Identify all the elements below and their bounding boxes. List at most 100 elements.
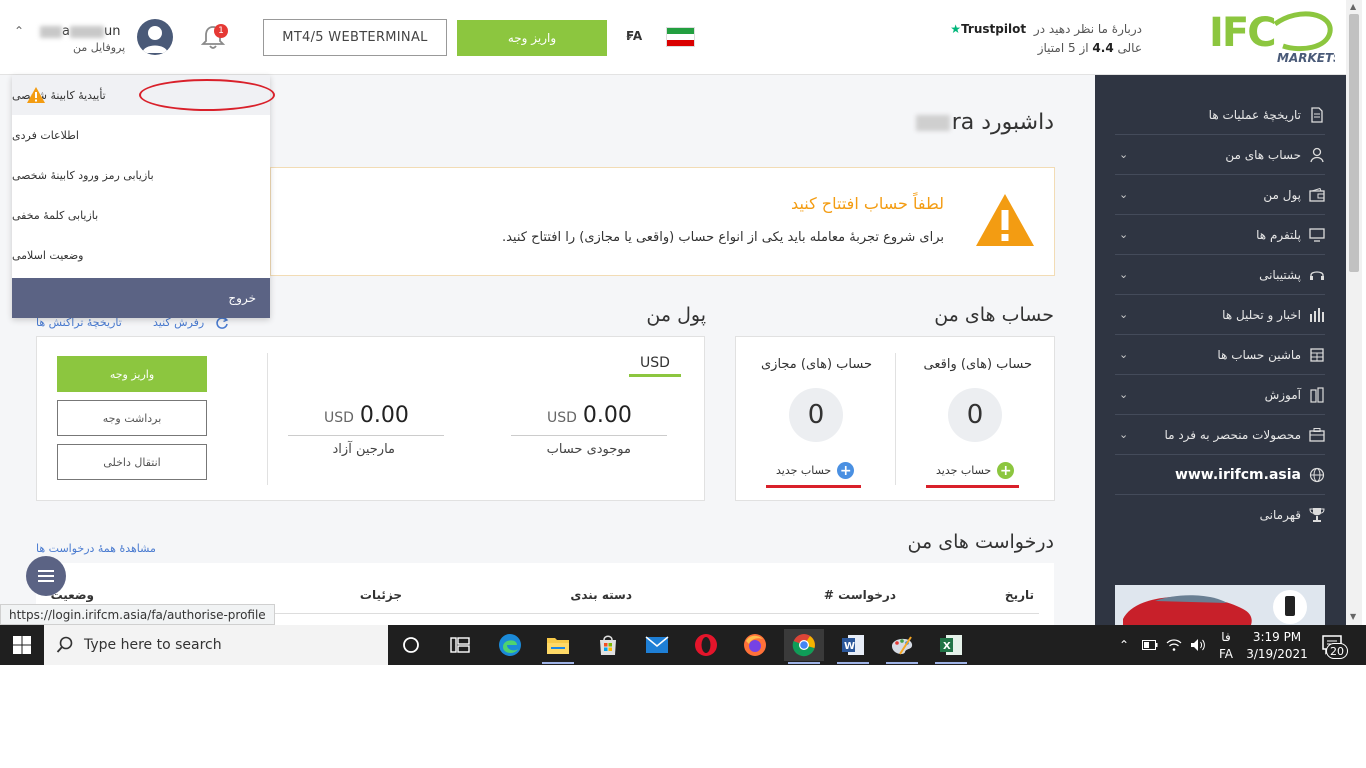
mail-icon[interactable] (637, 629, 677, 661)
internal-transfer-button[interactable]: انتقال داخلی (57, 444, 207, 480)
svg-text:MARKETS: MARKETS (1277, 51, 1335, 65)
sidebar-item-my-money[interactable]: ⌄ پول من (1115, 175, 1325, 215)
wifi-icon[interactable] (1164, 625, 1184, 665)
opera-browser-icon[interactable] (686, 629, 726, 661)
real-accounts-count: 0 (948, 388, 1002, 442)
money-card: USD USD 0.00 موجودی حساب USD 0.00 مارجین آ… (36, 336, 705, 501)
webterminal-button[interactable]: MT4/5 WEBTERMINAL (263, 19, 447, 56)
sidebar-item-unique-products[interactable]: ⌄ محصولات منحصر به فرد ما (1115, 415, 1325, 455)
battery-icon[interactable] (1140, 625, 1160, 665)
headset-icon (1309, 267, 1325, 283)
plus-circle-icon: + (837, 462, 855, 479)
column-header-date[interactable]: تاریخ (1005, 588, 1034, 602)
highlight-oval (139, 79, 275, 111)
dropdown-item-personal-info[interactable]: اطلاعات فردی (12, 115, 270, 155)
promo-banner[interactable] (1115, 585, 1325, 625)
chevron-down-icon: ⌄ (1119, 308, 1129, 321)
word-icon[interactable]: W (833, 629, 873, 664)
dropdown-item-secret-word-recovery[interactable]: بازیابی کلمهٔ مخفی (12, 195, 270, 235)
dropdown-item-verify-cabinet[interactable]: تأییدیهٔ کابینهٔ شخصی (12, 75, 275, 115)
column-header-category[interactable]: دسته بندی (570, 588, 632, 602)
dashboard-username-visible: ra (951, 110, 975, 135)
sidebar-item-news-analysis[interactable]: ⌄ اخبار و تحلیل ها (1115, 295, 1325, 335)
file-explorer-icon[interactable] (538, 629, 578, 664)
briefcase-icon (1309, 427, 1325, 443)
sidebar-item-my-accounts[interactable]: ⌄ حساب های من (1115, 135, 1325, 175)
username[interactable]: a un (40, 24, 120, 39)
deposit-button[interactable]: واریز وجه (57, 356, 207, 392)
header-deposit-button[interactable]: واریز وجه (457, 20, 607, 56)
chevron-down-icon: ⌄ (1119, 388, 1129, 401)
paint-icon[interactable] (882, 629, 922, 664)
chevron-up-icon[interactable]: ⌃ (14, 24, 24, 38)
underline-highlight (766, 485, 861, 488)
new-real-account-button[interactable]: + حساب جدید (936, 462, 1015, 479)
input-language-indicator[interactable]: فا FA (1214, 629, 1238, 663)
page-scrollbar[interactable]: ▲ ▼ (1346, 0, 1362, 625)
cortana-icon[interactable] (391, 629, 431, 661)
user-avatar-icon (142, 26, 168, 53)
microsoft-store-icon[interactable] (588, 629, 628, 661)
user-icon (1309, 147, 1325, 163)
my-accounts-title: حساب های من (934, 304, 1054, 326)
refresh-icon[interactable] (215, 316, 229, 330)
scroll-down-arrow-icon[interactable]: ▼ (1350, 612, 1356, 621)
divider (511, 435, 667, 436)
scroll-up-arrow-icon[interactable]: ▲ (1350, 2, 1356, 11)
search-icon (56, 636, 73, 653)
avatar[interactable] (137, 19, 173, 55)
taskbar-search-input[interactable]: Type here to search (44, 625, 388, 665)
sidebar-item-website[interactable]: www.irifcm.asia (1115, 455, 1325, 495)
sidebar-item-education[interactable]: ⌄ آموزش (1115, 375, 1325, 415)
education-icon (1309, 386, 1325, 403)
notification-badge: 1 (214, 24, 228, 38)
divider (288, 435, 444, 436)
windows-start-button[interactable] (0, 625, 44, 665)
dashboard-username-redacted (915, 115, 950, 131)
logout-button[interactable]: خروج (12, 278, 270, 318)
view-all-requests-link[interactable]: مشاهدهٔ همهٔ درخواست ها (36, 542, 156, 555)
divider (267, 353, 268, 485)
sidebar-item-support[interactable]: ⌄ پشتیبانی (1115, 255, 1325, 295)
dropdown-item-islamic-status[interactable]: وضعیت اسلامی (12, 235, 270, 275)
trustpilot-review-link[interactable]: دربارهٔ ما نظر دهید در Trustpilot★ (950, 22, 1142, 36)
column-header-details[interactable]: جزئیات (360, 588, 402, 602)
trustpilot-star-icon: ★ (950, 22, 962, 36)
profile-label[interactable]: پروفایل من (73, 41, 125, 54)
sidebar-item-calculators[interactable]: ⌄ ماشین حساب ها (1115, 335, 1325, 375)
volume-icon[interactable] (1188, 625, 1208, 665)
alert-title: لطفاً حساب افتتاح کنید (791, 194, 944, 213)
system-clock[interactable]: 3:19 PM 3/19/2021 (1245, 629, 1309, 663)
link-status-bar: https://login.irifcm.asia/fa/authorise-p… (0, 604, 275, 625)
excel-icon[interactable]: X (931, 629, 971, 664)
firefox-browser-icon[interactable] (735, 629, 775, 661)
sidebar-item-championship[interactable]: قهرمانی (1115, 495, 1325, 535)
username-redacted (69, 25, 104, 38)
ifc-markets-logo[interactable]: IFC MARKETS (1205, 8, 1335, 66)
chevron-down-icon[interactable]: ⌄ (624, 28, 634, 42)
sidebar-item-platforms[interactable]: ⌄ پلتفرم ها (1115, 215, 1325, 255)
iran-flag-icon[interactable] (666, 27, 695, 47)
trustpilot-prefix: دربارهٔ ما نظر دهید در (1033, 22, 1142, 36)
demo-accounts-count: 0 (789, 388, 843, 442)
new-demo-account-button[interactable]: + حساب جدید (776, 462, 855, 479)
scroll-thumb[interactable] (1349, 14, 1359, 272)
real-accounts-label: حساب (های) واقعی (923, 357, 1032, 372)
sidebar: تاریخچهٔ عملیات ها ⌄ حساب های من ⌄ پول م… (1095, 75, 1346, 625)
task-view-icon[interactable] (440, 629, 480, 661)
edge-browser-icon[interactable] (490, 629, 530, 661)
top-header: IFC MARKETS دربارهٔ ما نظر دهید در Trust… (0, 0, 1346, 75)
alert-text: برای شروع تجربهٔ معامله باید یکی از انوا… (501, 230, 944, 245)
balance-amount: USD 0.00 (547, 403, 632, 428)
menu-fab-button[interactable] (26, 556, 66, 596)
chrome-browser-icon[interactable] (784, 629, 824, 664)
chevron-down-icon: ⌄ (1119, 428, 1129, 441)
currency-tab-usd[interactable]: USD (629, 355, 681, 377)
chevron-down-icon: ⌄ (1119, 188, 1129, 201)
demo-accounts-label: حساب (های) مجازی (760, 357, 872, 372)
show-hidden-icons-chevron-icon[interactable]: ⌃ (1114, 625, 1134, 665)
column-header-request-number[interactable]: درخواست # (824, 588, 896, 602)
dropdown-item-password-recovery[interactable]: بازیابی رمز ورود کابینهٔ شخصی (12, 155, 270, 195)
withdraw-button[interactable]: برداشت وجه (57, 400, 207, 436)
sidebar-item-operations-history[interactable]: تاریخچهٔ عملیات ها (1115, 95, 1325, 135)
